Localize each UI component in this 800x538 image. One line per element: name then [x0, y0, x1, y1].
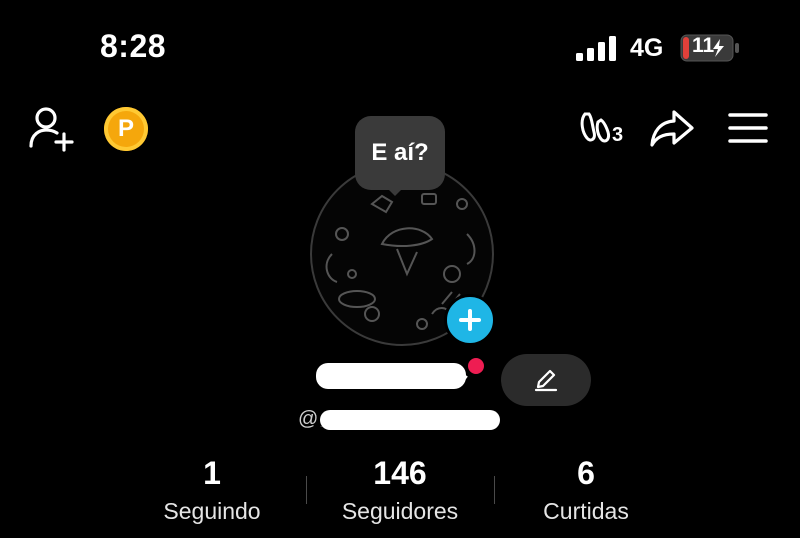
coin-label: P [117, 115, 134, 142]
network-type: 4G [630, 34, 664, 62]
check-icon [456, 375, 468, 386]
display-name: (redacted) [316, 363, 466, 389]
battery-icon: 11 [680, 34, 740, 62]
share-icon[interactable] [648, 108, 696, 148]
stat-followers-value: 146 [373, 455, 427, 491]
stat-followers-label: Seguidores [341, 498, 459, 524]
stat-following-label: Seguindo [163, 498, 261, 524]
handle-redacted: (redacted) [320, 409, 501, 430]
plus-icon [459, 309, 481, 331]
footprint-icon[interactable]: 3 [578, 110, 628, 150]
menu-icon[interactable] [728, 112, 768, 144]
handle-prefix: @ [298, 408, 319, 430]
coin-icon[interactable]: P [104, 107, 148, 151]
stat-following[interactable]: 1 Seguindo [112, 455, 312, 525]
status-bubble[interactable]: E aí? [355, 116, 445, 190]
pencil-icon [534, 369, 558, 392]
status-bubble-text: E aí? [371, 139, 429, 166]
notification-dot [466, 356, 486, 376]
add-user-icon[interactable] [28, 106, 76, 152]
username-handle: @ (redacted) [298, 408, 501, 431]
stat-likes-value: 6 [577, 455, 595, 491]
cellular-signal-icon [576, 36, 616, 61]
add-story-button[interactable] [444, 294, 496, 346]
footprint-count: 3 [612, 124, 624, 146]
stat-likes[interactable]: 6 Curtidas [486, 455, 686, 525]
stat-likes-label: Curtidas [543, 498, 629, 524]
edit-profile-button[interactable] [501, 354, 591, 406]
handle-text: (redacted) [320, 426, 325, 428]
status-bubble-tail [385, 186, 405, 196]
battery-level: 11 [692, 34, 715, 57]
stat-following-value: 1 [203, 455, 221, 491]
status-time: 8:28 [100, 28, 167, 64]
stat-followers[interactable]: 146 Seguidores [300, 455, 500, 525]
